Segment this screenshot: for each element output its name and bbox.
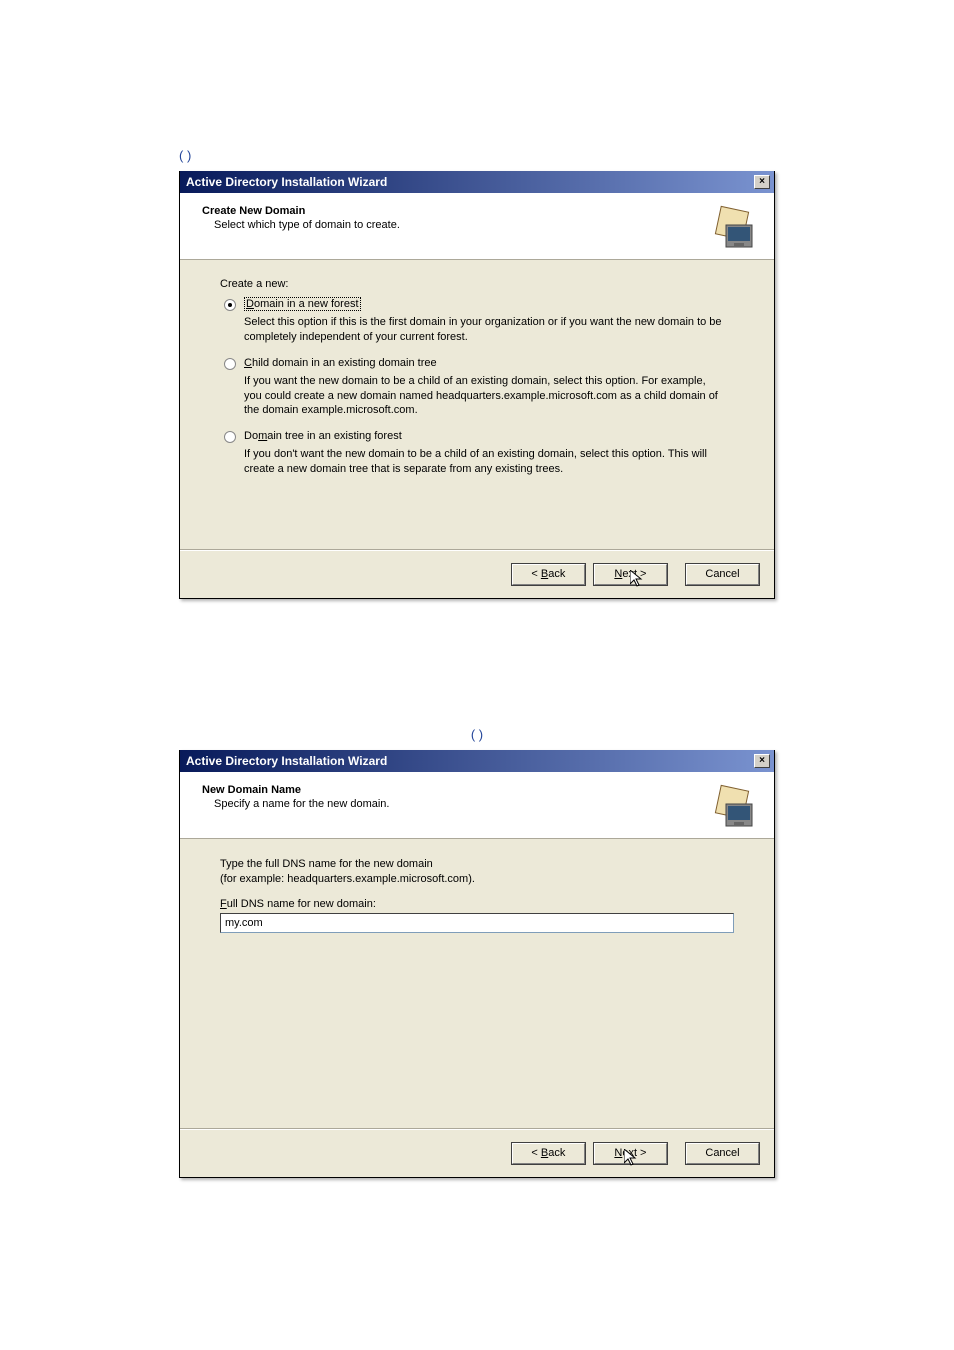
wizard-icon	[714, 205, 758, 249]
next-button[interactable]: Next >	[593, 563, 668, 586]
dialog-title: Active Directory Installation Wizard	[186, 175, 387, 189]
back-button[interactable]: < Back	[511, 1142, 586, 1165]
body-panel: Create a new: Domain in a new forest Sel…	[180, 260, 774, 550]
caption-1: ( )	[179, 140, 775, 171]
button-row: < Back Next > Cancel	[180, 550, 774, 598]
dns-name-input[interactable]	[220, 913, 734, 933]
close-button[interactable]: ×	[754, 754, 770, 768]
option-explain-3: If you don't want the new domain to be a…	[244, 447, 724, 477]
option-explain-2: If you want the new domain to be a child…	[244, 374, 724, 419]
next-button[interactable]: Next >	[593, 1142, 668, 1165]
option-explain-1: Select this option if this is the first …	[244, 315, 724, 345]
titlebar: Active Directory Installation Wizard ×	[180, 750, 774, 772]
intro-text: Type the full DNS name for the new domai…	[220, 857, 734, 888]
back-button[interactable]: < Back	[511, 563, 586, 586]
titlebar: Active Directory Installation Wizard ×	[180, 171, 774, 193]
page-subheading: Select which type of domain to create.	[214, 219, 400, 231]
wizard-dialog-domain-name: Active Directory Installation Wizard × N…	[179, 750, 775, 1178]
radio-domain-new-forest[interactable]: Domain in a new forest	[224, 298, 734, 311]
button-row: < Back Next > Cancel	[180, 1129, 774, 1177]
radio-icon	[224, 299, 236, 311]
radio-icon	[224, 358, 236, 370]
radio-label: Domain in a new forest	[244, 298, 361, 310]
dialog-title: Active Directory Installation Wizard	[186, 754, 387, 768]
page-subheading: Specify a name for the new domain.	[214, 798, 389, 810]
cursor-icon	[624, 1149, 640, 1169]
wizard-dialog-create-domain: Active Directory Installation Wizard × C…	[179, 171, 775, 599]
page-heading: New Domain Name	[202, 784, 389, 796]
page-heading: Create New Domain	[202, 205, 400, 217]
caption-2: ( )	[179, 719, 775, 750]
radio-child-domain[interactable]: Child domain in an existing domain tree	[224, 357, 734, 370]
radio-label: Domain tree in an existing forest	[244, 430, 402, 442]
cancel-button[interactable]: Cancel	[685, 563, 760, 586]
radio-icon	[224, 431, 236, 443]
header-panel: Create New Domain Select which type of d…	[180, 193, 774, 260]
cancel-button[interactable]: Cancel	[685, 1142, 760, 1165]
close-button[interactable]: ×	[754, 175, 770, 189]
body-panel: Type the full DNS name for the new domai…	[180, 839, 774, 1129]
cursor-icon	[630, 570, 646, 590]
field-label: Full DNS name for new domain:	[220, 898, 734, 910]
radio-domain-tree-existing[interactable]: Domain tree in an existing forest	[224, 430, 734, 443]
header-panel: New Domain Name Specify a name for the n…	[180, 772, 774, 839]
lead-text: Create a new:	[220, 278, 734, 290]
radio-label: Child domain in an existing domain tree	[244, 357, 437, 369]
wizard-icon	[714, 784, 758, 828]
